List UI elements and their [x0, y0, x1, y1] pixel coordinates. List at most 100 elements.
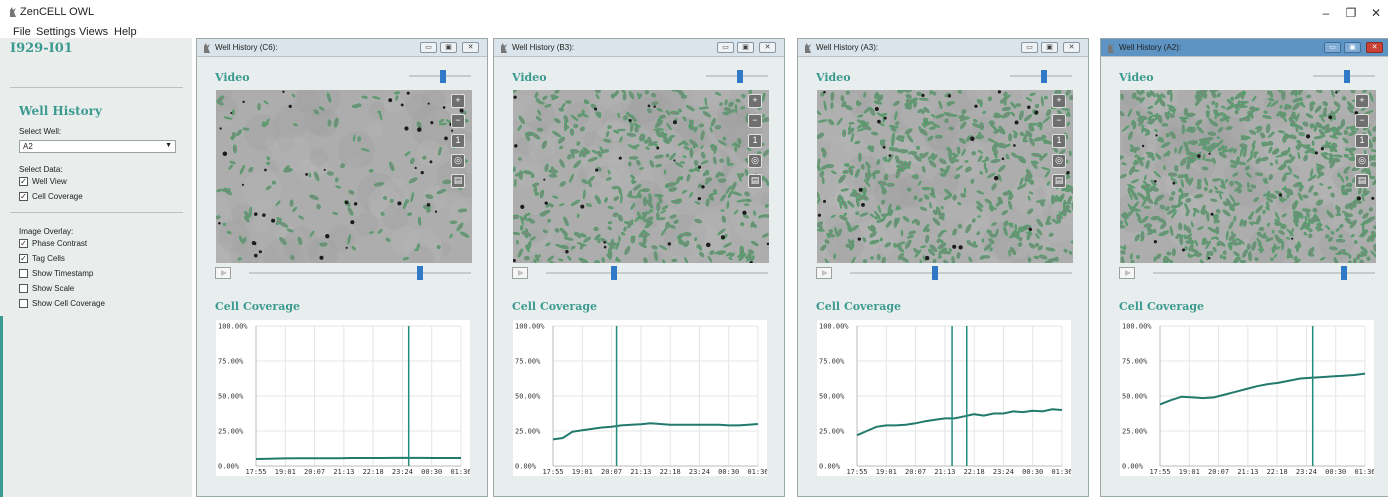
zoom-reset-icon[interactable]: 1 — [748, 134, 762, 148]
zoom-out-icon[interactable]: − — [748, 114, 762, 128]
play-button[interactable] — [215, 267, 231, 279]
menu-settings[interactable]: Settings — [36, 26, 76, 38]
timeline-slider-thumb[interactable] — [932, 266, 939, 280]
video-label: Video — [215, 71, 250, 84]
x-tick-label: 20:07 — [905, 468, 926, 476]
zoom-reset-icon[interactable]: 1 — [1355, 134, 1369, 148]
panel-minimize-icon[interactable]: ▭ — [1021, 42, 1038, 53]
well-history-panel-1: Well History (C6): ▭ ▣ ✕ Video + − 1 ◎ ▤… — [196, 38, 488, 497]
play-button[interactable] — [816, 267, 832, 279]
checkbox-phase-contrast-label: Phase Contrast — [32, 239, 88, 248]
save-icon[interactable]: ▤ — [748, 174, 762, 188]
menu-file[interactable]: File — [13, 26, 31, 38]
y-tick-label: 0.00% — [819, 463, 841, 471]
x-tick-label: 19:01 — [1179, 468, 1200, 476]
fit-icon[interactable]: ◎ — [748, 154, 762, 168]
coverage-chart[interactable]: 17:55 19:01 20:07 21:13 22:18 23:24 00:30 01:36… — [216, 320, 470, 476]
play-icon — [822, 270, 828, 276]
panel-close-icon[interactable]: ✕ — [462, 42, 479, 53]
zoom-slider-thumb[interactable] — [439, 70, 446, 83]
well-select-value: A2 — [23, 142, 33, 151]
close-icon[interactable]: ✕ — [1366, 6, 1386, 20]
panel-close-icon[interactable]: ✕ — [759, 42, 776, 53]
owl-logo-icon — [805, 43, 811, 53]
zoom-in-icon[interactable]: + — [748, 94, 762, 108]
zoom-slider-thumb[interactable] — [736, 70, 743, 83]
panel-close-icon[interactable]: ✕ — [1366, 42, 1383, 53]
y-tick-label: 100.00% — [819, 323, 849, 331]
x-tick-label: 20:07 — [1208, 468, 1229, 476]
checkbox-cell-coverage-box[interactable]: ✓ — [19, 192, 28, 201]
fit-icon[interactable]: ◎ — [1052, 154, 1066, 168]
zoom-out-icon[interactable]: − — [1052, 114, 1066, 128]
timeline-slider-track[interactable] — [249, 272, 471, 274]
y-tick-label: 25.00% — [515, 428, 541, 436]
zoom-out-icon[interactable]: − — [451, 114, 465, 128]
x-tick-label: 01:36 — [747, 468, 767, 476]
minimize-icon[interactable]: – — [1316, 6, 1336, 20]
cell-coverage-label: Cell Coverage — [512, 300, 598, 313]
y-tick-label: 50.00% — [218, 393, 244, 401]
cell-video-frame[interactable]: + − 1 ◎ ▤ — [513, 90, 769, 263]
panel-minimize-icon[interactable]: ▭ — [420, 42, 437, 53]
panel-minimize-icon[interactable]: ▭ — [717, 42, 734, 53]
zoom-in-icon[interactable]: + — [1052, 94, 1066, 108]
cell-video-frame[interactable]: + − 1 ◎ ▤ — [216, 90, 472, 263]
zoom-reset-icon[interactable]: 1 — [1052, 134, 1066, 148]
checkbox-phase-contrast-box[interactable]: ✓ — [19, 239, 28, 248]
menu-help[interactable]: Help — [114, 26, 137, 38]
x-tick-label: 21:13 — [934, 468, 955, 476]
timeline-slider-thumb[interactable] — [1340, 266, 1347, 280]
play-button[interactable] — [512, 267, 528, 279]
video-toolbar: + − 1 ◎ ▤ — [1355, 94, 1371, 194]
save-icon[interactable]: ▤ — [1355, 174, 1369, 188]
cell-image — [216, 90, 472, 263]
panel-title-bar[interactable]: Well History (C6): ▭ ▣ ✕ — [197, 39, 487, 57]
x-tick-label: 23:24 — [689, 468, 710, 476]
panel-maximize-icon[interactable]: ▣ — [1041, 42, 1058, 53]
video-label: Video — [1119, 71, 1154, 84]
zoom-in-icon[interactable]: + — [1355, 94, 1369, 108]
panel-title-bar[interactable]: Well History (A3): ▭ ▣ ✕ — [798, 39, 1088, 57]
panel-minimize-icon[interactable]: ▭ — [1324, 42, 1341, 53]
coverage-chart[interactable]: 17:55 19:01 20:07 21:13 22:18 23:24 00:30 01:36… — [513, 320, 767, 476]
checkbox-tag-cells-box[interactable]: ✓ — [19, 254, 28, 263]
checkbox-cell-coverage-label: Cell Coverage — [32, 192, 83, 201]
save-icon[interactable]: ▤ — [451, 174, 465, 188]
panel-maximize-icon[interactable]: ▣ — [737, 42, 754, 53]
coverage-chart-svg: 17:55 19:01 20:07 21:13 22:18 23:24 00:30 01:36… — [1122, 323, 1374, 477]
cell-video-frame[interactable]: + − 1 ◎ ▤ — [1120, 90, 1376, 263]
coverage-chart[interactable]: 17:55 19:01 20:07 21:13 22:18 23:24 00:30 01:36… — [817, 320, 1071, 476]
fit-icon[interactable]: ◎ — [451, 154, 465, 168]
timeline-slider-track[interactable] — [546, 272, 768, 274]
timeline-slider-thumb[interactable] — [610, 266, 617, 280]
save-icon[interactable]: ▤ — [1052, 174, 1066, 188]
panel-title-bar[interactable]: Well History (A2): ▭ ▣ ✕ — [1101, 39, 1388, 57]
panel-title-bar[interactable]: Well History (B3): ▭ ▣ ✕ — [494, 39, 784, 57]
panel-close-icon[interactable]: ✕ — [1063, 42, 1080, 53]
well-select[interactable]: A2 ▼ — [19, 140, 176, 153]
x-tick-label: 21:13 — [1237, 468, 1258, 476]
zoom-in-icon[interactable]: + — [451, 94, 465, 108]
x-tick-label: 23:24 — [1296, 468, 1317, 476]
timeline-slider-thumb[interactable] — [417, 266, 424, 280]
select-well-label: Select Well: — [19, 127, 62, 136]
panel-maximize-icon[interactable]: ▣ — [440, 42, 457, 53]
zoom-out-icon[interactable]: − — [1355, 114, 1369, 128]
zoom-slider-thumb[interactable] — [1040, 70, 1047, 83]
panel-maximize-icon[interactable]: ▣ — [1344, 42, 1361, 53]
timeline-slider-track[interactable] — [850, 272, 1072, 274]
cell-image — [1120, 90, 1376, 263]
menu-views[interactable]: Views — [79, 26, 108, 38]
restore-icon[interactable]: ❐ — [1341, 6, 1361, 20]
checkbox-show-cell-coverage-box[interactable] — [19, 299, 28, 308]
checkbox-show-scale-box[interactable] — [19, 284, 28, 293]
fit-icon[interactable]: ◎ — [1355, 154, 1369, 168]
checkbox-well-view-box[interactable]: ✓ — [19, 177, 28, 186]
checkbox-show-timestamp-box[interactable] — [19, 269, 28, 278]
cell-video-frame[interactable]: + − 1 ◎ ▤ — [817, 90, 1073, 263]
zoom-slider-thumb[interactable] — [1343, 70, 1350, 83]
play-button[interactable] — [1119, 267, 1135, 279]
coverage-chart[interactable]: 17:55 19:01 20:07 21:13 22:18 23:24 00:30 01:36… — [1120, 320, 1374, 476]
zoom-reset-icon[interactable]: 1 — [451, 134, 465, 148]
